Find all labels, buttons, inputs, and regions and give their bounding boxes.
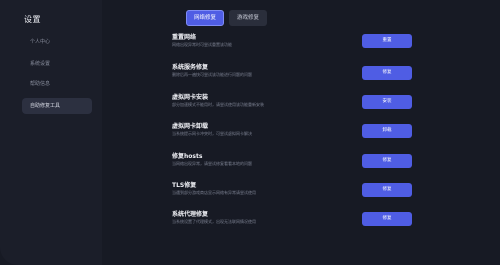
tool-title: 虚拟网卡安装 xyxy=(172,94,209,101)
uninstall-button[interactable]: 卸载 xyxy=(362,124,412,138)
tool-row-hosts-repair: 修复hosts 当网络出现异常，请尝试修复看看本地的问题 修复 xyxy=(170,151,500,177)
tool-row-tls-repair: TLS修复 当遇到部分游戏商店显示网络有异常请尝试使用 修复 xyxy=(170,180,500,206)
install-button[interactable]: 安装 xyxy=(362,95,412,109)
reset-button[interactable]: 重置 xyxy=(362,34,412,48)
tool-title: 系统服务修复 xyxy=(172,64,209,71)
tool-description: 删除后再一遍快可尝试该功能进行问题的问题 xyxy=(172,72,252,77)
tab-network-repair[interactable]: 网络修复 xyxy=(186,10,224,26)
main-panel: 网络修复 游戏修复 重置网络 网络出现异常时可尝试重置该功能 重置 系统服务修复… xyxy=(170,0,500,265)
tool-row-virtual-nic-uninstall: 虚拟网卡卸载 当系统提示网卡冲突时，可尝试虚拟网卡解决 卸载 xyxy=(170,121,500,147)
tool-description: 网络出现异常时可尝试重置该功能 xyxy=(172,42,232,47)
tool-title: 虚拟网卡卸载 xyxy=(172,123,209,130)
sidebar-title: 设置 xyxy=(24,15,41,24)
repair-button[interactable]: 修复 xyxy=(362,66,412,80)
tool-row-reset-network: 重置网络 网络出现异常时可尝试重置该功能 重置 xyxy=(170,32,500,58)
sidebar-item-system-settings[interactable]: 系统设置 xyxy=(24,56,92,72)
repair-button[interactable]: 修复 xyxy=(362,154,412,168)
tool-title: 修复hosts xyxy=(172,153,203,160)
tool-title: TLS修复 xyxy=(172,182,197,189)
repair-button[interactable]: 修复 xyxy=(362,212,412,226)
sidebar-item-personal-center[interactable]: 个人中心 xyxy=(24,34,92,50)
tool-description: 部分加速模式不能用时，请尝试使用该功能重新安装 xyxy=(172,102,264,107)
tool-description: 当系统提示网卡冲突时，可尝试虚拟网卡解决 xyxy=(172,131,252,136)
tool-row-virtual-nic-install: 虚拟网卡安装 部分加速模式不能用时，请尝试使用该功能重新安装 安装 xyxy=(170,92,500,118)
tool-row-system-service-repair: 系统服务修复 删除后再一遍快可尝试该功能进行问题的问题 修复 xyxy=(170,62,500,88)
tool-description: 当系统设置了代理模式，出现无法联网情况使用 xyxy=(172,219,256,224)
tool-title: 重置网络 xyxy=(172,34,197,41)
tool-description: 当网络出现异常，请尝试修复看看本地的问题 xyxy=(172,161,252,166)
tool-description: 当遇到部分游戏商店显示网络有异常请尝试使用 xyxy=(172,190,256,195)
tab-game-repair[interactable]: 游戏修复 xyxy=(229,10,267,26)
tool-title: 系统代理修复 xyxy=(172,211,209,218)
sidebar: 设置 个人中心 系统设置 帮助信息 自助修复工具 xyxy=(0,0,102,265)
sidebar-item-help-info[interactable]: 帮助信息 xyxy=(24,76,92,92)
repair-button[interactable]: 修复 xyxy=(362,183,412,197)
tool-row-system-proxy-repair: 系统代理修复 当系统设置了代理模式，出现无法联网情况使用 修复 xyxy=(170,209,500,235)
sidebar-item-self-repair-tools[interactable]: 自助修复工具 xyxy=(22,98,92,114)
